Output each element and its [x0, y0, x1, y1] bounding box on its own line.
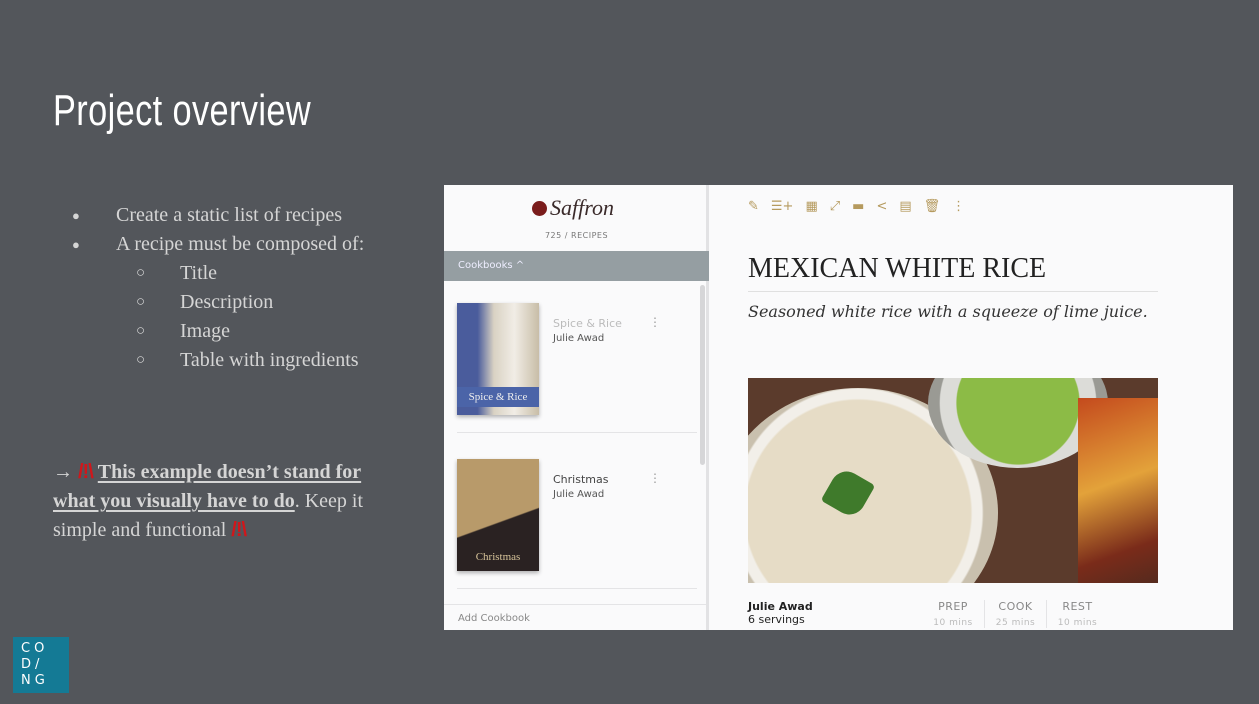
more-icon[interactable]: ⋮ — [649, 471, 661, 485]
time-cook: COOK 25 mins — [984, 600, 1046, 628]
sub-bullet: Description — [72, 288, 364, 317]
time-prep: PREP 10 mins — [933, 600, 973, 628]
ruler-icon[interactable]: ▬ — [852, 199, 864, 214]
recipe-toolbar: ✎ ☰+ ▦ ⤢ ▬ < ▤ 🗑 ⋮ — [748, 199, 965, 214]
document-icon[interactable]: ▤ — [899, 199, 911, 214]
cookbook-cover: Spice & Rice — [457, 303, 539, 415]
servings: 6 servings — [748, 613, 805, 626]
brand-logo: Saffron — [532, 195, 614, 221]
warning-note: → /!\ This example doesn’t stand for wha… — [53, 458, 398, 545]
sub-bullet: Table with ingredients — [72, 346, 364, 375]
more-icon[interactable]: ⋮ — [649, 315, 661, 329]
coding-logo: CO D/NG — [13, 637, 69, 693]
cookbook-author: Julie Awad — [553, 333, 605, 344]
recipe-times: PREP 10 mins COOK 25 mins REST 10 mins — [922, 600, 1108, 628]
cookbook-card[interactable]: Christmas Christmas Julie Awad ⋮ — [457, 459, 697, 589]
bullet: Create a static list of recipes — [72, 201, 364, 230]
sidebar: Saffron 725 / RECIPES Cookbooks ^ Spice … — [444, 185, 709, 630]
expand-icon[interactable]: ⤢ — [830, 199, 840, 214]
share-icon[interactable]: < — [876, 199, 887, 214]
calendar-icon[interactable]: ▦ — [805, 199, 817, 214]
recipe-title: MEXICAN WHITE RICE — [748, 253, 1158, 292]
cookbook-card[interactable]: Spice & Rice Spice & Rice Julie Awad ⋮ — [457, 303, 697, 433]
trash-icon[interactable]: 🗑 — [924, 199, 941, 214]
recipe-image — [748, 378, 1158, 583]
recipe-count: 725 / RECIPES — [544, 231, 609, 240]
sub-bullet: Title — [72, 259, 364, 288]
sub-bullet: Image — [72, 317, 364, 346]
slide-title: Project overview — [53, 86, 312, 135]
cookbook-author: Julie Awad — [553, 489, 605, 500]
cookbooks-toggle[interactable]: Cookbooks ^ — [444, 251, 709, 281]
app-screenshot: Saffron 725 / RECIPES Cookbooks ^ Spice … — [444, 185, 1233, 630]
cookbook-name: Christmas — [553, 473, 609, 486]
scrollbar[interactable] — [700, 285, 705, 465]
recipe-description: Seasoned white rice with a squeeze of li… — [748, 302, 1148, 321]
add-cookbook-button[interactable]: Add Cookbook — [444, 604, 706, 630]
recipe-view: ✎ ☰+ ▦ ⤢ ▬ < ▤ 🗑 ⋮ MEXICAN WHITE RICE Se… — [712, 185, 1233, 630]
cookbook-name: Spice & Rice — [553, 317, 622, 330]
arrow: → — [53, 461, 73, 483]
add-list-icon[interactable]: ☰+ — [771, 199, 794, 214]
saffron-icon — [532, 201, 547, 216]
warning-icon: /!\ — [78, 461, 94, 483]
cookbook-cover: Christmas — [457, 459, 539, 571]
warning-icon: /!\ — [231, 519, 247, 541]
bullet: A recipe must be composed of: — [72, 230, 364, 259]
recipe-author: Julie Awad — [748, 600, 813, 613]
recipe-meta: Julie Awad 6 servings — [748, 600, 813, 626]
requirements-list: Create a static list of recipes A recipe… — [72, 201, 364, 375]
time-rest: REST 10 mins — [1046, 600, 1108, 628]
more-icon[interactable]: ⋮ — [952, 199, 965, 214]
edit-icon[interactable]: ✎ — [748, 199, 759, 214]
